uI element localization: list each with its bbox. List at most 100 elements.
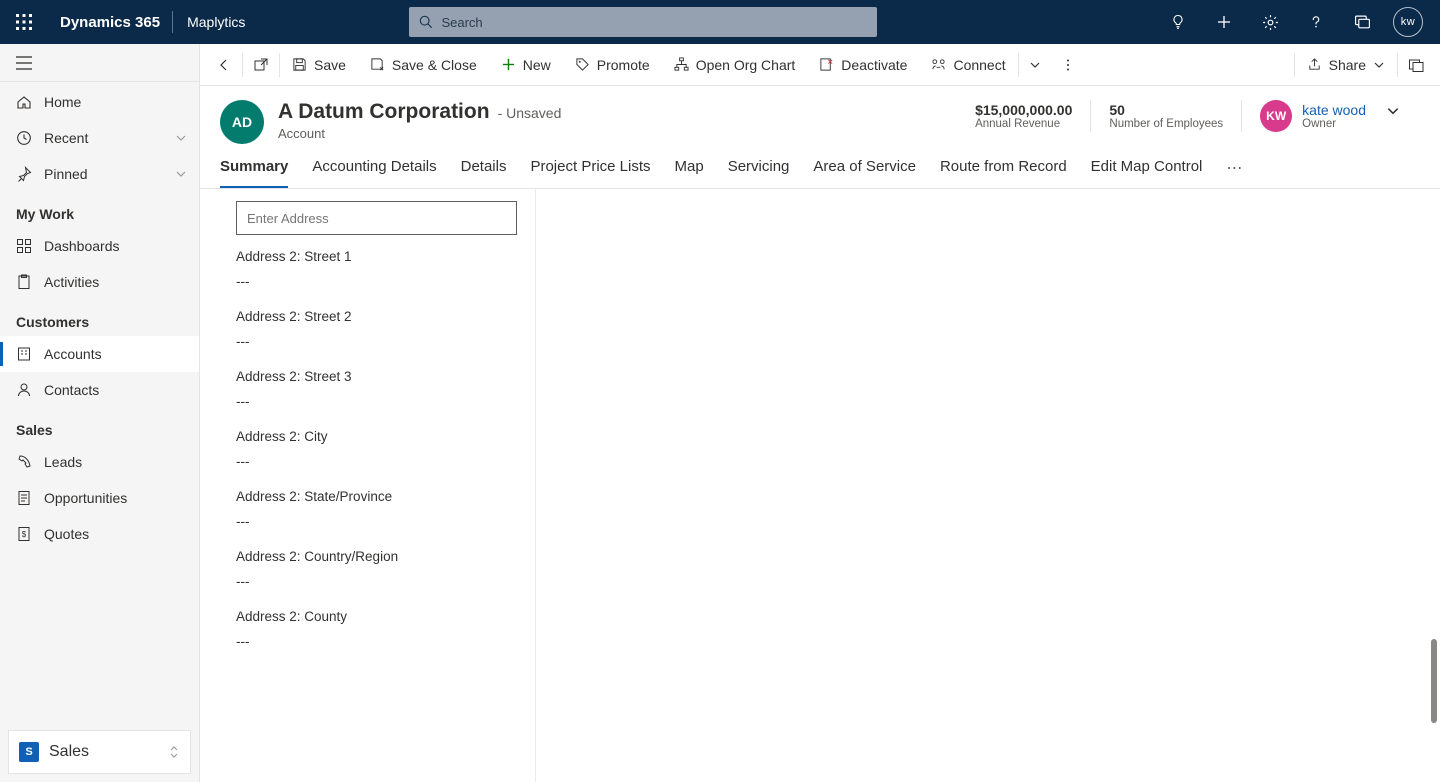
back-button[interactable] [206, 44, 242, 85]
field-value: --- [236, 634, 517, 649]
app-launcher-button[interactable] [0, 0, 48, 44]
connect-button[interactable]: Connect [919, 44, 1017, 85]
new-button[interactable]: New [489, 44, 563, 85]
sidebar-item-recent[interactable]: Recent [0, 120, 199, 156]
field-label: Address 2: Street 3 [236, 369, 517, 384]
share-icon [1307, 57, 1322, 72]
clipboard-icon [16, 274, 32, 290]
header-expand-button[interactable] [1386, 104, 1400, 118]
field-label: Address 2: Street 2 [236, 309, 517, 324]
sidebar-item-accounts[interactable]: Accounts [0, 336, 199, 372]
field-address2-country[interactable]: Address 2: Country/Region --- [236, 549, 517, 589]
plus-green-icon [501, 57, 516, 72]
messenger-button[interactable] [1340, 0, 1384, 44]
sidebar-section-sales: Sales [0, 408, 199, 444]
org-chart-icon [674, 57, 689, 72]
side-pane-button[interactable] [1398, 57, 1434, 73]
scrollbar-thumb[interactable] [1431, 639, 1437, 723]
lightbulb-icon [1170, 14, 1186, 30]
save-close-button[interactable]: Save & Close [358, 44, 489, 85]
sidebar-item-leads[interactable]: Leads [0, 444, 199, 480]
annual-revenue-value: $15,000,000.00 [975, 102, 1072, 118]
sidebar-item-dashboards[interactable]: Dashboards [0, 228, 199, 264]
popout-button[interactable] [243, 44, 279, 85]
field-address2-street1[interactable]: Address 2: Street 1 --- [236, 249, 517, 289]
settings-button[interactable] [1248, 0, 1292, 44]
sidebar-item-quotes[interactable]: $ Quotes [0, 516, 199, 552]
promote-button[interactable]: Promote [563, 44, 662, 85]
sidebar-item-contacts[interactable]: Contacts [0, 372, 199, 408]
field-address2-street2[interactable]: Address 2: Street 2 --- [236, 309, 517, 349]
sidebar-section-mywork: My Work [0, 192, 199, 228]
person-icon [16, 382, 32, 398]
sidebar-item-pinned[interactable]: Pinned [0, 156, 199, 192]
field-address2-street3[interactable]: Address 2: Street 3 --- [236, 369, 517, 409]
save-button[interactable]: Save [280, 44, 358, 85]
deactivate-label: Deactivate [841, 57, 907, 73]
field-address2-county[interactable]: Address 2: County --- [236, 609, 517, 649]
form-area: Address 2: Street 1 --- Address 2: Stree… [200, 189, 1440, 782]
left-sidebar: Home Recent Pinned My Work Dashboards Ac… [0, 44, 200, 782]
tabs-overflow-button[interactable]: ⋯ [1226, 158, 1244, 188]
share-label: Share [1329, 57, 1366, 73]
app-name[interactable]: Maplytics [173, 14, 259, 30]
record-entity: Account [278, 126, 561, 141]
sidebar-item-activities[interactable]: Activities [0, 264, 199, 300]
tab-project-price-lists[interactable]: Project Price Lists [530, 158, 650, 188]
add-button[interactable] [1202, 0, 1246, 44]
employees-value: 50 [1109, 102, 1223, 118]
global-topbar: Dynamics 365 Maplytics kw [0, 0, 1440, 44]
area-switcher-label: Sales [49, 743, 89, 761]
tab-edit-map-control[interactable]: Edit Map Control [1091, 158, 1203, 188]
promote-label: Promote [597, 57, 650, 73]
sidebar-item-home[interactable]: Home [0, 84, 199, 120]
owner-cell[interactable]: KW kate wood Owner [1241, 100, 1366, 132]
field-label: Address 2: City [236, 429, 517, 444]
product-brand[interactable]: Dynamics 365 [48, 14, 172, 31]
field-address2-state[interactable]: Address 2: State/Province --- [236, 489, 517, 529]
field-label: Address 2: State/Province [236, 489, 517, 504]
lightbulb-button[interactable] [1156, 0, 1200, 44]
chevron-down-icon [175, 168, 187, 180]
tab-map[interactable]: Map [675, 158, 704, 188]
user-avatar-button[interactable]: kw [1386, 0, 1430, 44]
help-button[interactable] [1294, 0, 1338, 44]
dots-v-icon [1061, 58, 1075, 72]
chevron-down-icon [1373, 59, 1385, 71]
sidebar-item-label: Quotes [44, 526, 89, 542]
panel-icon [1408, 57, 1424, 73]
tab-summary[interactable]: Summary [220, 158, 288, 188]
save-label: Save [314, 57, 346, 73]
building-icon [16, 346, 32, 362]
chevron-down-icon [175, 132, 187, 144]
field-address2-city[interactable]: Address 2: City --- [236, 429, 517, 469]
popout-icon [253, 57, 269, 73]
record-title: A Datum Corporation [278, 100, 490, 124]
tab-area-of-service[interactable]: Area of Service [813, 158, 916, 188]
sidebar-toggle-button[interactable] [16, 56, 32, 70]
tab-details[interactable]: Details [461, 158, 507, 188]
document-icon [16, 490, 32, 506]
tab-accounting-details[interactable]: Accounting Details [312, 158, 436, 188]
overflow-left-button[interactable] [1051, 44, 1085, 85]
form-tabs: Summary Accounting Details Details Proje… [200, 144, 1440, 189]
plus-icon [1216, 14, 1232, 30]
tab-route-from-record[interactable]: Route from Record [940, 158, 1067, 188]
open-org-chart-button[interactable]: Open Org Chart [662, 44, 808, 85]
tab-servicing[interactable]: Servicing [728, 158, 790, 188]
connect-dropdown-button[interactable] [1019, 44, 1051, 85]
area-switcher[interactable]: S Sales [8, 730, 191, 774]
share-button[interactable]: Share [1295, 57, 1397, 73]
sidebar-item-label: Contacts [44, 382, 99, 398]
field-value: --- [236, 394, 517, 409]
area-badge: S [19, 742, 39, 762]
global-search[interactable] [409, 7, 877, 37]
annual-revenue-label: Annual Revenue [975, 118, 1072, 130]
search-input[interactable] [441, 15, 867, 30]
user-avatar: kw [1393, 7, 1423, 37]
record-header: AD A Datum Corporation - Unsaved Account… [200, 86, 1440, 144]
address-search-input[interactable] [236, 201, 517, 235]
deactivate-button[interactable]: Deactivate [807, 44, 919, 85]
sidebar-item-opportunities[interactable]: Opportunities [0, 480, 199, 516]
field-label: Address 2: Street 1 [236, 249, 517, 264]
